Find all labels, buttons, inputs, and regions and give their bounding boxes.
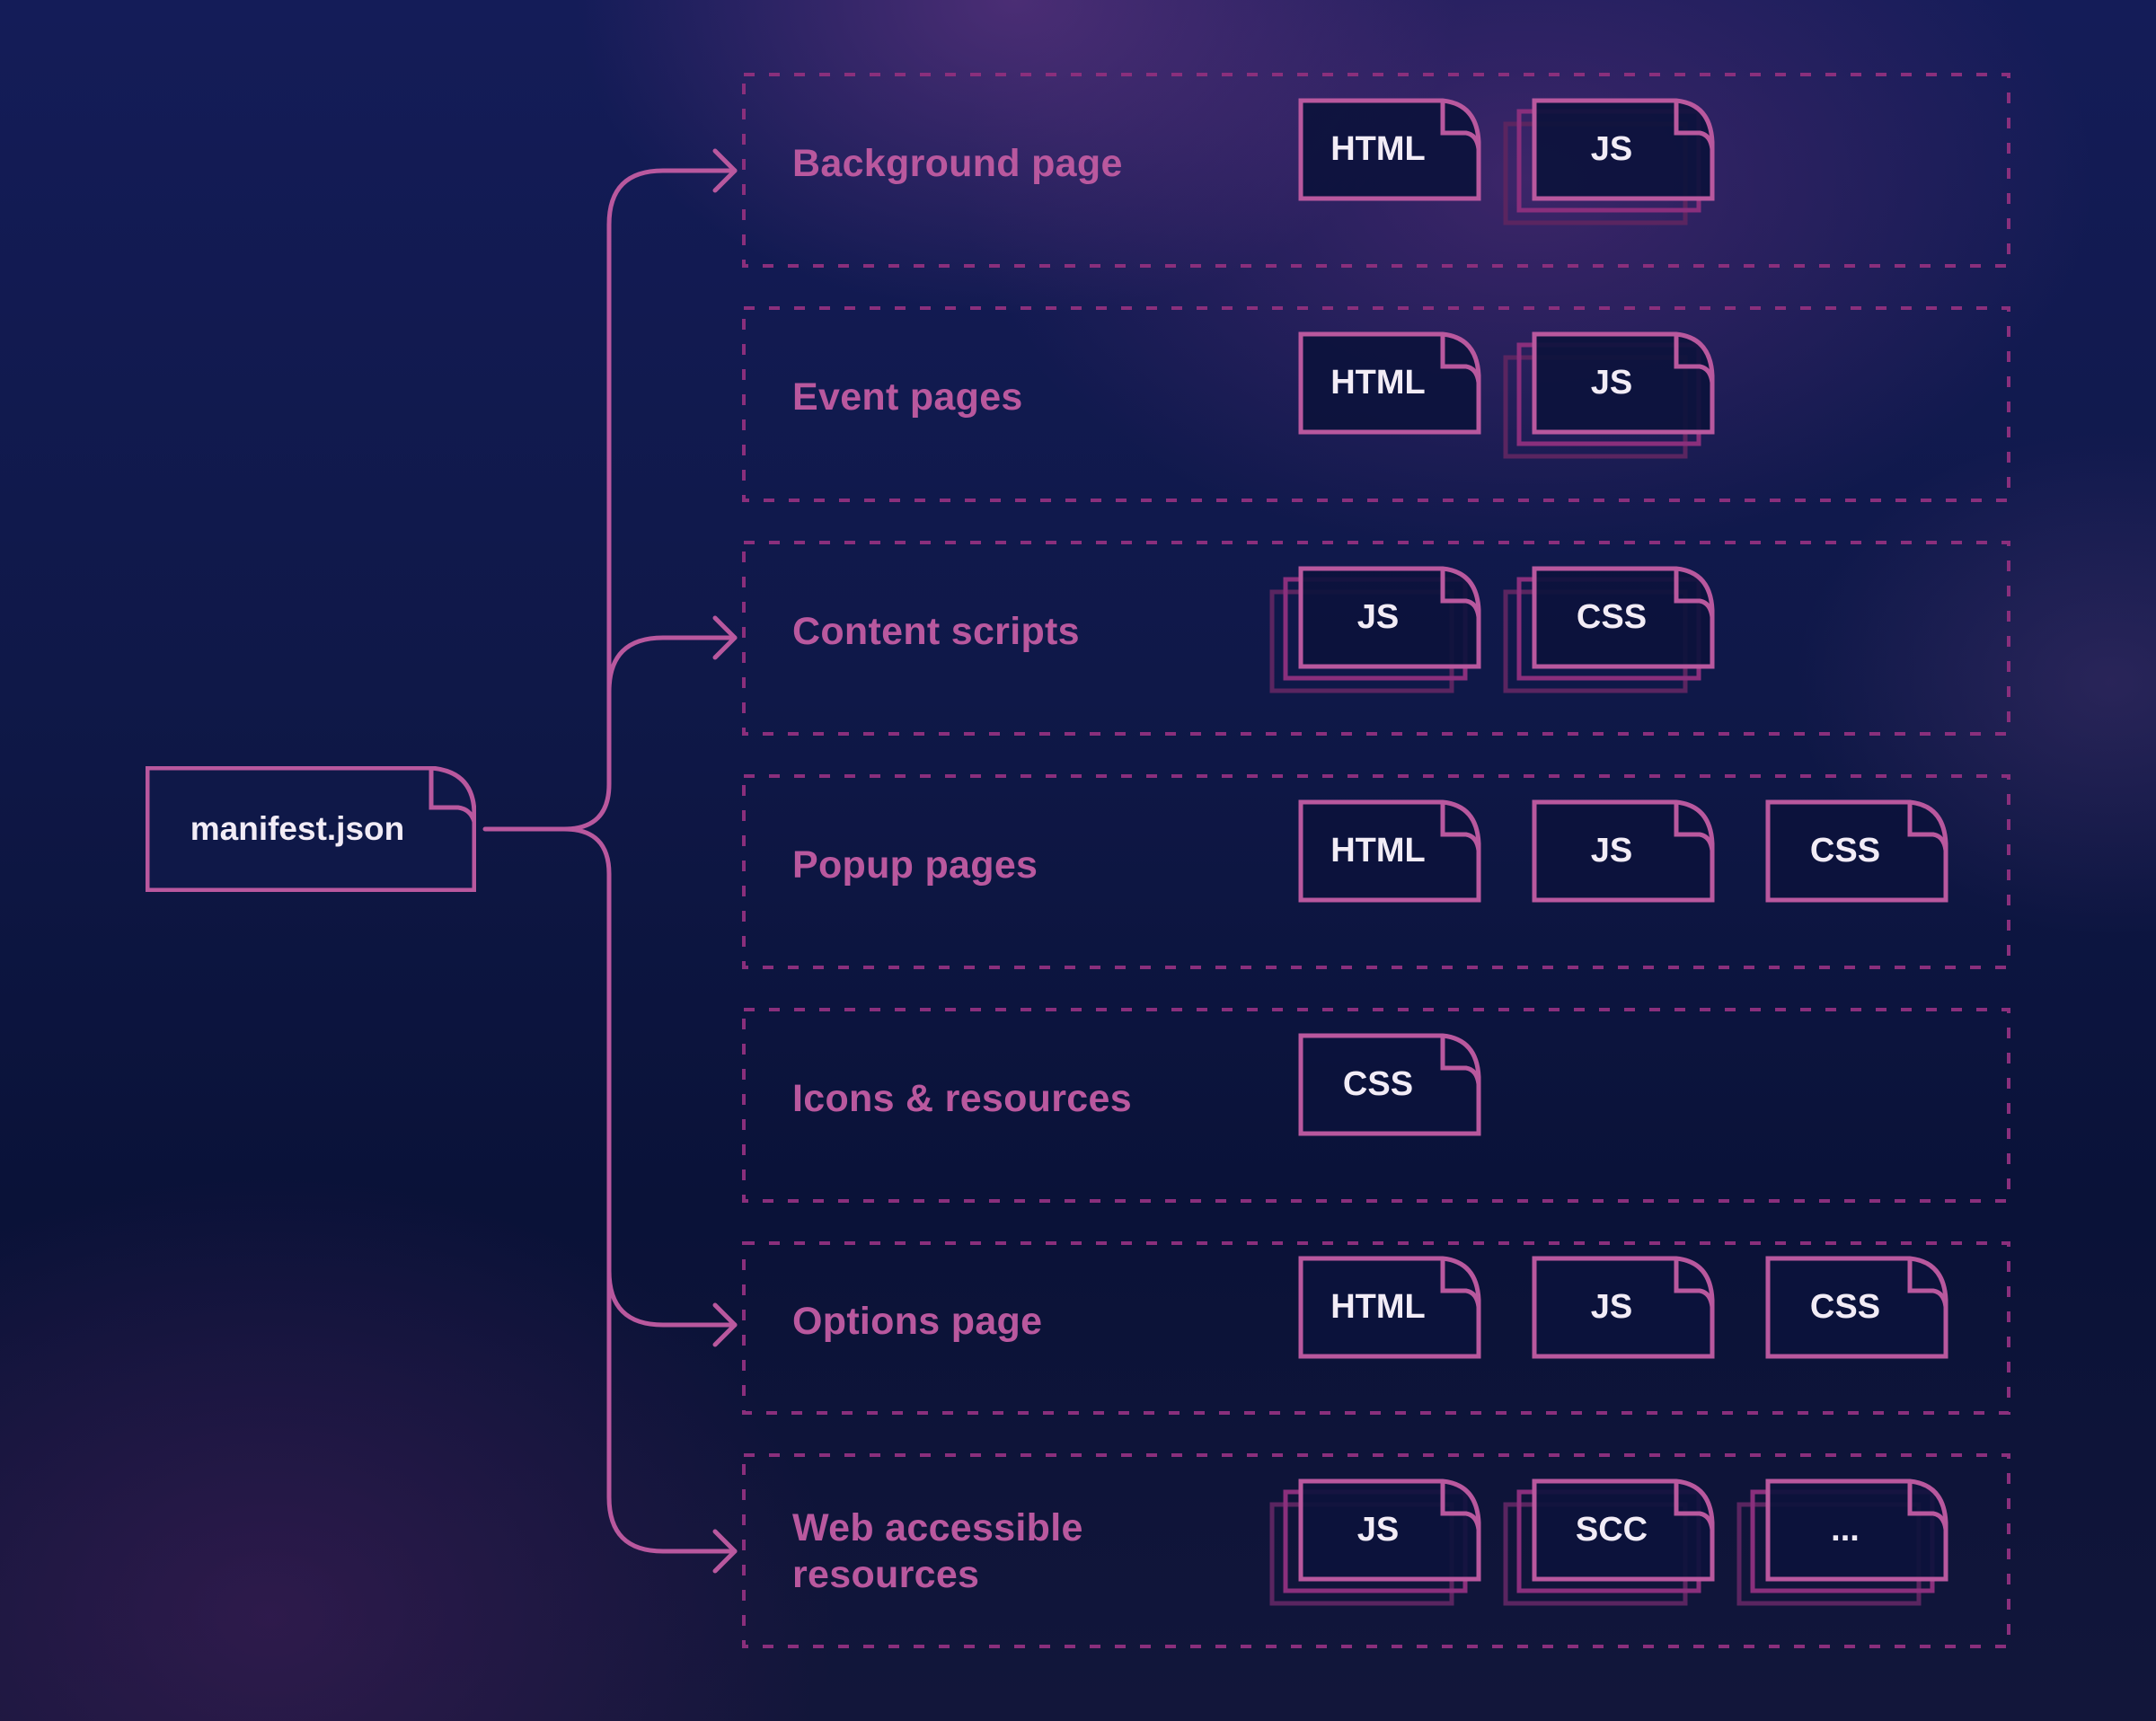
file-js[interactable]: JS — [1269, 1478, 1481, 1605]
file-html[interactable]: HTML — [1298, 799, 1481, 902]
file-type-label: JS — [1356, 597, 1400, 636]
section-row: Web accessible resources JS SCC... — [742, 1453, 2010, 1648]
manifest-label: manifest.json — [190, 810, 405, 847]
section-row: Popup pages HTML JS CSS — [742, 774, 2010, 969]
file-type-label: HTML — [1330, 1287, 1426, 1326]
section-row: Options page HTML JS CSS — [742, 1241, 2010, 1415]
manifest-file[interactable]: manifest.json — [145, 765, 477, 893]
section-label: Content scripts — [792, 609, 1080, 653]
section-row: Event pages HTML JS — [742, 306, 2010, 502]
branch-arrows — [482, 148, 738, 1574]
file-html[interactable]: HTML — [1298, 98, 1481, 200]
section-row: Content scripts JS CSS — [742, 541, 2010, 736]
file-css[interactable]: CSS — [1765, 1256, 1948, 1358]
file-type-label: SCC — [1575, 1510, 1648, 1549]
file-scc[interactable]: SCC — [1503, 1478, 1715, 1605]
file-html[interactable]: HTML — [1298, 1256, 1481, 1358]
file-type-label: JS — [1590, 364, 1633, 402]
file-type-label: CSS — [1342, 1064, 1414, 1103]
file-css[interactable]: CSS — [1765, 799, 1948, 902]
file-type-label: HTML — [1330, 831, 1426, 869]
section-label: Event pages — [792, 375, 1023, 419]
file-type-label: JS — [1590, 1287, 1633, 1326]
file-type-label: JS — [1590, 129, 1633, 168]
section-row: Background page HTML JS — [742, 73, 2010, 268]
file-more[interactable]: ... — [1736, 1478, 1948, 1605]
section-label: Popup pages — [792, 843, 1038, 887]
section-row: Icons & resources CSS — [742, 1008, 2010, 1203]
section-label-line: Web accessible — [792, 1505, 1083, 1549]
file-js[interactable]: JS — [1532, 1256, 1715, 1358]
file-css[interactable]: CSS — [1298, 1033, 1481, 1135]
file-js[interactable]: JS — [1503, 331, 1715, 459]
section-label: Options page — [792, 1299, 1043, 1343]
file-type-label: CSS — [1576, 597, 1648, 636]
section-label: Web accessible resources — [792, 1505, 1083, 1598]
file-js[interactable]: JS — [1503, 98, 1715, 225]
file-type-label: CSS — [1809, 831, 1881, 869]
file-js[interactable]: JS — [1532, 799, 1715, 902]
file-type-label: ... — [1831, 1510, 1860, 1549]
file-html[interactable]: HTML — [1298, 331, 1481, 435]
file-type-label: HTML — [1330, 129, 1426, 168]
file-js[interactable]: JS — [1269, 566, 1481, 693]
file-css[interactable]: CSS — [1503, 566, 1715, 693]
file-type-label: JS — [1590, 831, 1633, 869]
file-type-label: JS — [1356, 1510, 1400, 1549]
file-type-label: HTML — [1330, 364, 1426, 402]
section-label: Background page — [792, 141, 1123, 185]
section-label: Icons & resources — [792, 1076, 1132, 1120]
file-type-label: CSS — [1809, 1287, 1881, 1326]
section-label-line: resources — [792, 1552, 980, 1596]
